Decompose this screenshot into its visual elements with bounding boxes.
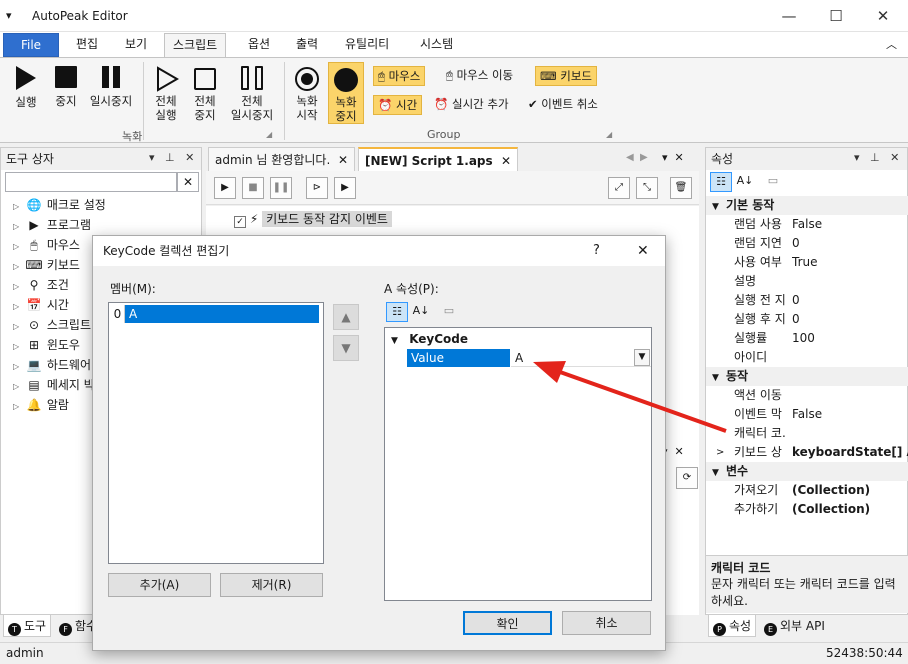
arrow-head (533, 361, 566, 383)
annotation-arrow (533, 361, 727, 433)
arrow-shaft (559, 370, 727, 433)
